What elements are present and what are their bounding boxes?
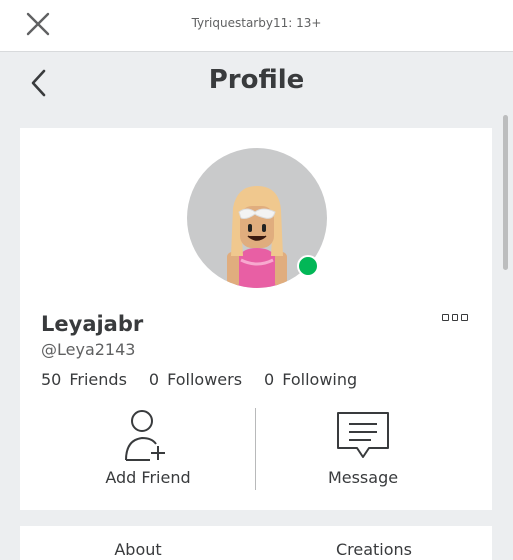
stat-count: 50 bbox=[41, 370, 62, 389]
username: @Leya2143 bbox=[41, 340, 136, 359]
more-options-icon bbox=[442, 314, 449, 321]
stat-label: Friends bbox=[69, 370, 127, 389]
stat-count: 0 bbox=[264, 370, 275, 389]
display-name: Leyajabr bbox=[41, 312, 144, 336]
tab-about[interactable]: About bbox=[20, 526, 256, 560]
profile-tabs: About Creations bbox=[20, 526, 492, 560]
tab-creations[interactable]: Creations bbox=[256, 526, 492, 560]
page-title: Profile bbox=[208, 65, 305, 95]
profile-actions: Add Friend Message bbox=[20, 408, 492, 490]
action-divider bbox=[255, 408, 256, 490]
profile-stats: 50 Friends 0 Followers 0 Following bbox=[41, 370, 379, 389]
top-bar: Tyriquestarby11: 13+ bbox=[0, 0, 513, 52]
stat-friends[interactable]: 50 Friends bbox=[41, 370, 127, 389]
profile-card: Leyajabr @Leya2143 50 Friends 0 Follower… bbox=[20, 128, 492, 510]
message-label: Message bbox=[327, 468, 399, 487]
stat-following[interactable]: 0 Following bbox=[264, 370, 357, 389]
online-status-indicator bbox=[297, 255, 319, 277]
page-header: Profile bbox=[0, 53, 513, 113]
add-friend-label: Add Friend bbox=[105, 468, 191, 487]
add-friend-button[interactable]: Add Friend bbox=[48, 408, 248, 490]
account-age-label: Tyriquestarby11: 13+ bbox=[191, 16, 322, 30]
stat-followers[interactable]: 0 Followers bbox=[149, 370, 242, 389]
stat-count: 0 bbox=[148, 370, 160, 389]
message-button[interactable]: Message bbox=[263, 408, 463, 490]
stat-label: Following bbox=[282, 370, 358, 389]
stat-label: Followers bbox=[167, 370, 243, 389]
add-friend-icon bbox=[125, 410, 165, 461]
message-icon bbox=[337, 412, 389, 458]
more-options-button[interactable] bbox=[442, 314, 469, 324]
scrollbar[interactable] bbox=[503, 115, 508, 270]
